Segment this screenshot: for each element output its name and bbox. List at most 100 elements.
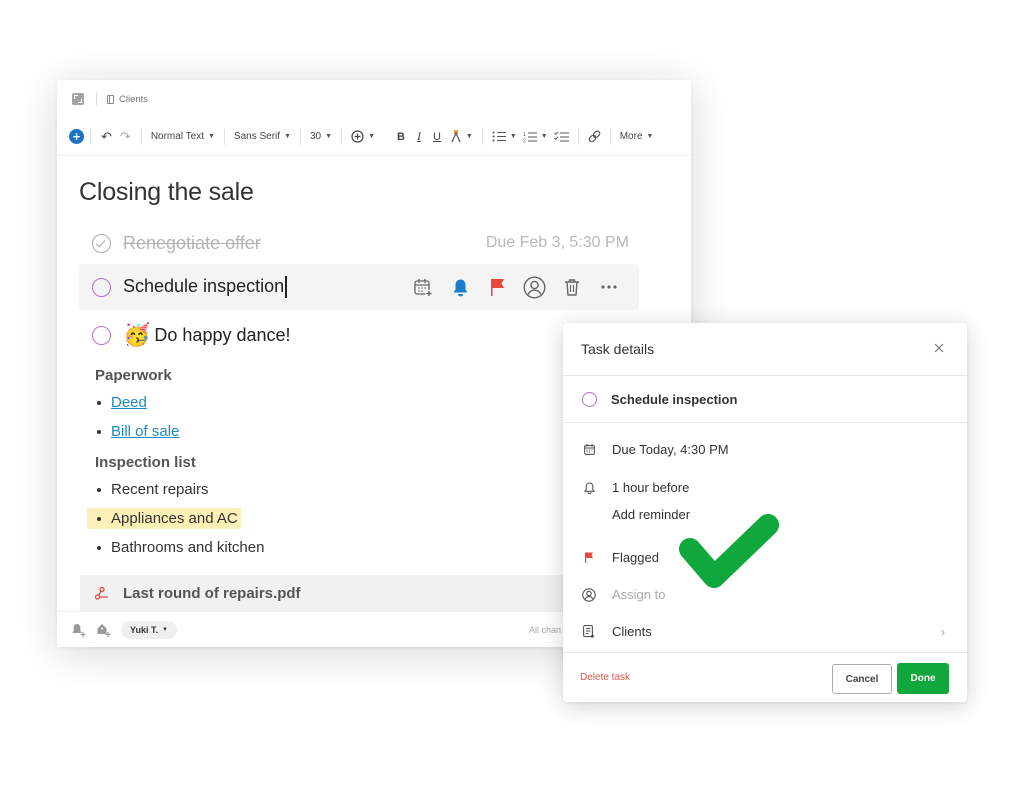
task-checkbox[interactable] — [582, 391, 597, 407]
chevron-right-icon[interactable]: › — [941, 625, 945, 639]
font-dropdown[interactable]: Sans Serif ▼ — [231, 131, 294, 142]
done-button[interactable]: Done — [897, 663, 949, 694]
highlight-dropdown[interactable]: ▼ — [447, 130, 476, 143]
bullet-list-dropdown[interactable]: ▼ — [489, 131, 520, 142]
assign-row[interactable]: Assign to — [582, 587, 665, 602]
party-face-emoji: 🥳 — [123, 322, 151, 347]
list-item: Recent repairs — [95, 481, 209, 498]
notebook-name: Clients — [612, 624, 652, 639]
chevron-down-icon: ▼ — [646, 133, 654, 140]
chevron-down-icon: ▼ — [284, 133, 291, 140]
bill-of-sale-link[interactable]: Bill of sale — [111, 423, 179, 440]
flag-icon — [582, 552, 596, 563]
person-circle-icon — [582, 587, 596, 602]
task-checkbox[interactable] — [92, 277, 111, 297]
task-text[interactable]: Renegotiate offer — [123, 233, 261, 254]
text-cursor — [285, 276, 288, 299]
set-due-date-button[interactable] — [405, 275, 442, 299]
flag-button[interactable] — [479, 275, 516, 299]
redo-icon[interactable]: ↷ — [116, 129, 135, 145]
add-tag-button[interactable] — [96, 623, 114, 637]
list-item-highlighted: Appliances and AC — [87, 508, 241, 529]
chevron-down-icon: ▼ — [540, 133, 548, 140]
divider — [300, 128, 301, 145]
owner-dropdown[interactable]: Yuki T. ▼ — [121, 620, 177, 639]
task-actions — [405, 275, 627, 299]
font-size-label: 30 — [310, 131, 322, 142]
divider — [223, 128, 225, 145]
delete-task-button[interactable] — [553, 275, 590, 299]
bullet-dot — [97, 545, 101, 550]
divider — [609, 128, 611, 145]
more-options-button[interactable] — [590, 275, 627, 299]
insert-plus-icon[interactable]: + — [69, 129, 84, 144]
assign-button[interactable] — [516, 275, 553, 299]
checklist-button[interactable] — [551, 130, 572, 143]
text-style-label: Normal Text — [150, 131, 204, 142]
list-item: Bathrooms and kitchen — [95, 539, 264, 556]
reminder-row[interactable]: 1 hour before — [582, 480, 689, 495]
bold-button[interactable]: B — [391, 131, 411, 143]
link-icon — [588, 130, 601, 143]
section-heading: Paperwork — [95, 367, 172, 384]
bullet-dot — [97, 516, 101, 521]
notebook-icon — [107, 94, 114, 104]
task-name[interactable]: Schedule inspection — [611, 392, 737, 407]
divider — [577, 128, 579, 145]
flag-icon — [491, 278, 504, 296]
list-item-text[interactable]: Recent repairs — [111, 481, 209, 498]
close-button[interactable] — [931, 340, 947, 356]
task-item[interactable]: Renegotiate offer Due Feb 3, 5:30 PM — [79, 220, 639, 266]
tag-plus-icon — [97, 623, 111, 637]
divider — [341, 128, 343, 145]
calendar-icon — [582, 444, 596, 455]
reminder-text: 1 hour before — [612, 480, 690, 495]
underline-button[interactable]: U — [427, 131, 447, 143]
notebook-breadcrumb[interactable]: Clients — [119, 94, 148, 105]
task-checkbox[interactable] — [92, 325, 111, 345]
bullet-dot — [97, 487, 101, 492]
owner-name: Yuki T. — [130, 624, 159, 635]
undo-icon[interactable]: ↶ — [97, 129, 116, 145]
numbered-list-dropdown[interactable]: 12 ▼ — [520, 131, 551, 143]
add-reminder-link[interactable]: Add reminder — [612, 507, 690, 522]
due-date-row[interactable]: Due Today, 4:30 PM — [582, 442, 729, 457]
flag-row[interactable]: Flagged — [582, 550, 659, 565]
divider — [90, 128, 91, 145]
list-item-text[interactable]: Bathrooms and kitchen — [111, 539, 264, 556]
italic-button[interactable]: I — [411, 129, 427, 144]
bell-icon — [453, 279, 468, 296]
completed-checkbox[interactable] — [92, 233, 111, 253]
assign-placeholder: Assign to — [612, 587, 666, 602]
task-text[interactable]: Schedule inspection — [123, 276, 288, 299]
more-dropdown[interactable]: More ▼ — [617, 131, 657, 142]
expand-icon[interactable] — [72, 93, 84, 105]
attachment-name: Last round of repairs.pdf — [123, 584, 301, 602]
link-button[interactable] — [585, 130, 604, 143]
task-item[interactable]: 🥳 Do happy dance! — [79, 312, 639, 358]
list-item-text[interactable]: Appliances and AC — [111, 510, 238, 527]
dialog-title: Task details — [581, 341, 655, 357]
chevron-down-icon: ▼ — [162, 626, 168, 633]
task-item-active[interactable]: Schedule inspection — [79, 264, 639, 310]
pdf-icon — [95, 586, 108, 600]
bullet-dot — [97, 429, 101, 434]
cancel-button[interactable]: Cancel — [832, 664, 892, 694]
divider — [384, 129, 385, 145]
text-style-dropdown[interactable]: Normal Text ▼ — [148, 131, 218, 142]
person-circle-icon — [523, 275, 546, 299]
reminder-button[interactable] — [442, 275, 479, 299]
divider — [140, 128, 142, 145]
svg-text:2: 2 — [523, 138, 526, 143]
font-size-dropdown[interactable]: 30 ▼ — [307, 131, 335, 142]
add-reminder-button[interactable] — [71, 623, 89, 637]
circle-plus-icon — [351, 130, 364, 143]
task-text[interactable]: Do happy dance! — [154, 325, 290, 346]
calendar-add-icon — [414, 278, 433, 297]
notebook-row[interactable]: Clients — [582, 624, 652, 639]
delete-task-link[interactable]: Delete task — [580, 672, 630, 683]
chevron-down-icon: ▼ — [207, 133, 215, 140]
note-title[interactable]: Closing the sale — [79, 178, 254, 207]
insert-dropdown[interactable]: ▼ — [348, 130, 378, 143]
deed-link[interactable]: Deed — [111, 394, 147, 411]
